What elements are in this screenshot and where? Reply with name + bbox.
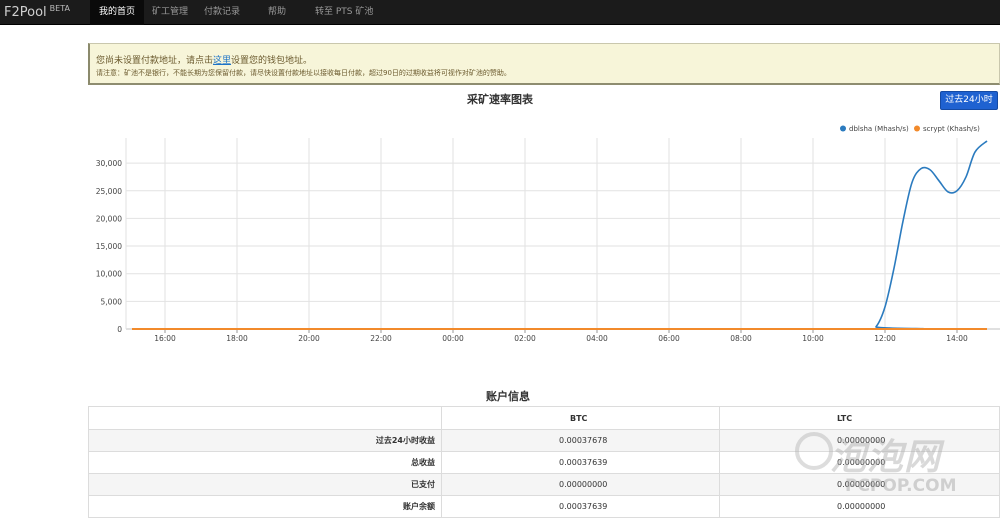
x-tick-label: 10:00 bbox=[802, 334, 824, 343]
account-table: BTC LTC 过去24小时收益 0.00037678 0.00000000 总… bbox=[88, 406, 1000, 518]
row-label: 过去24小时收益 bbox=[88, 429, 442, 452]
x-tick-label: 20:00 bbox=[298, 334, 320, 343]
account-header-row: BTC LTC bbox=[88, 406, 1000, 430]
y-tick-label: 5,000 bbox=[101, 297, 123, 306]
y-tick-label: 15,000 bbox=[96, 242, 122, 251]
row-label: 账户余额 bbox=[88, 495, 442, 518]
account-info-title: 账户信息 bbox=[486, 390, 530, 403]
brand-name: F2Pool bbox=[4, 5, 47, 20]
alert-here-link[interactable]: 这里 bbox=[213, 56, 231, 66]
brand-logo[interactable]: F2Pool BETA bbox=[4, 4, 70, 20]
header-ltc: LTC bbox=[719, 406, 1000, 430]
legend-label: scrypt (Khash/s) bbox=[923, 125, 980, 133]
x-tick-label: 18:00 bbox=[226, 334, 248, 343]
x-tick-label: 06:00 bbox=[658, 334, 680, 343]
alert-text-before: 您尚未设置付款地址，请点击 bbox=[96, 56, 214, 66]
btc-value: 0.00037639 bbox=[441, 451, 720, 474]
row-label: 已支付 bbox=[88, 473, 442, 496]
btc-value: 0.00037639 bbox=[441, 495, 720, 518]
alert-line1: 您尚未设置付款地址，请点击这里设置您的钱包地址。 bbox=[96, 53, 312, 66]
x-tick-label: 22:00 bbox=[370, 334, 392, 343]
table-row: 过去24小时收益 0.00037678 0.00000000 bbox=[88, 429, 1000, 452]
range-24h-button[interactable]: 过去24小时 bbox=[940, 91, 998, 110]
y-tick-label: 30,000 bbox=[96, 159, 122, 168]
ltc-value: 0.00000000 bbox=[719, 473, 1000, 496]
payment-address-alert: 您尚未设置付款地址，请点击这里设置您的钱包地址。 请注意：矿池不是银行，不能长期… bbox=[88, 43, 1000, 85]
table-row: 总收益 0.00037639 0.00000000 bbox=[88, 451, 1000, 474]
nav-home[interactable]: 我的首页 bbox=[90, 0, 145, 25]
x-tick-label: 04:00 bbox=[586, 334, 608, 343]
x-tick-label: 14:00 bbox=[946, 334, 968, 343]
row-label: 总收益 bbox=[88, 451, 442, 474]
legend-marker bbox=[840, 125, 846, 132]
nav-pts-pool[interactable]: 转至 PTS 矿池 bbox=[306, 0, 382, 25]
nav-help[interactable]: 帮助 bbox=[259, 0, 295, 25]
y-tick-label: 10,000 bbox=[96, 270, 122, 279]
chart-title: 采矿速率图表 bbox=[467, 93, 533, 106]
y-tick-label: 25,000 bbox=[96, 187, 122, 196]
ltc-value: 0.00000000 bbox=[719, 451, 1000, 474]
brand-beta: BETA bbox=[49, 4, 70, 13]
x-tick-label: 02:00 bbox=[514, 334, 536, 343]
ltc-value: 0.00000000 bbox=[719, 495, 1000, 518]
legend-label: dblsha (Mhash/s) bbox=[849, 125, 909, 133]
btc-value: 0.00000000 bbox=[441, 473, 720, 496]
table-row: 账户余额 0.00037639 0.00000000 bbox=[88, 495, 1000, 518]
y-tick-label: 20,000 bbox=[96, 214, 122, 223]
x-tick-label: 16:00 bbox=[154, 334, 176, 343]
ltc-value: 0.00000000 bbox=[719, 429, 1000, 452]
y-tick-label: 0 bbox=[117, 325, 122, 334]
nav-payment-records[interactable]: 付款记录 bbox=[195, 0, 249, 25]
x-tick-label: 12:00 bbox=[874, 334, 896, 343]
x-tick-label: 00:00 bbox=[442, 334, 464, 343]
alert-text-after: 设置您的钱包地址。 bbox=[231, 56, 313, 66]
series-line-dblsha bbox=[131, 140, 988, 330]
x-tick-label: 08:00 bbox=[730, 334, 752, 343]
legend-marker bbox=[914, 125, 920, 132]
hashrate-chart: 0 5,000 10,000 15,000 20,000 25,000 30,000 16:0… bbox=[96, 125, 1000, 343]
btc-value: 0.00037678 bbox=[441, 429, 720, 452]
header-empty bbox=[88, 406, 442, 430]
table-row: 已支付 0.00000000 0.00000000 bbox=[88, 473, 1000, 496]
header-btc: BTC bbox=[441, 406, 720, 430]
top-navbar: F2Pool BETA 我的首页 矿工管理 付款记录 帮助 转至 PTS 矿池 bbox=[0, 0, 1000, 25]
alert-line2: 请注意：矿池不是银行，不能长期为您保留付款，请尽快设置付款地址以接收每日付款，超… bbox=[96, 69, 511, 77]
nav-miner-management[interactable]: 矿工管理 bbox=[143, 0, 197, 25]
